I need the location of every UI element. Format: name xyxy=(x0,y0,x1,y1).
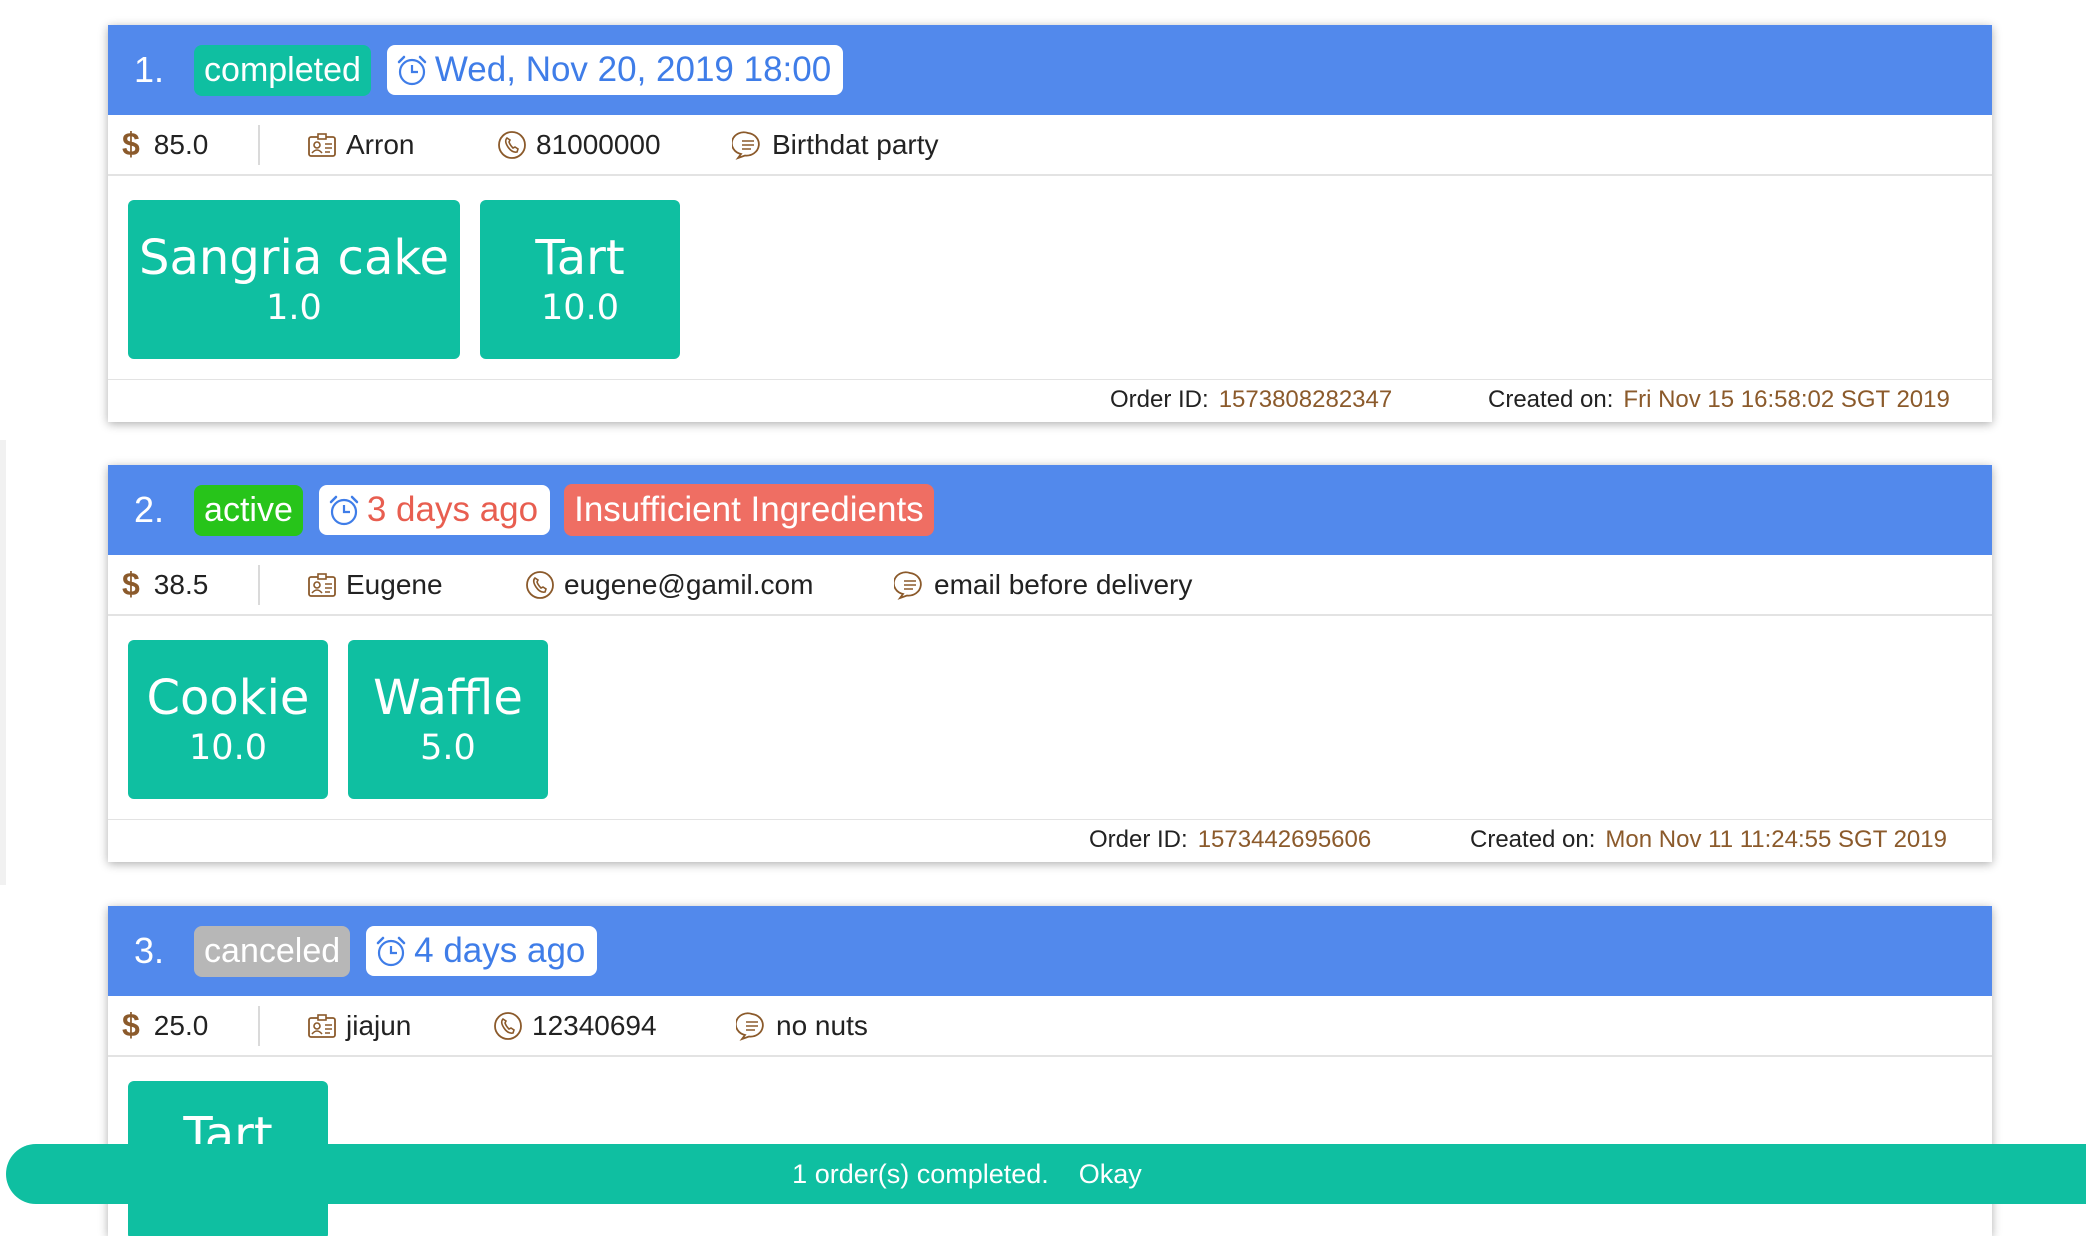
items-area: Sangria cake 1.0 Tart 10.0 xyxy=(108,176,1992,380)
order-info-row: $ 85.0 Arron 81000000 Birthdat party xyxy=(108,115,1992,176)
remarks-value: no nuts xyxy=(776,1009,868,1041)
order-id: Order ID: 1573442695606 xyxy=(1089,826,1371,854)
alarm-clock-icon xyxy=(329,495,359,526)
status-badge: completed xyxy=(194,44,371,96)
item-tile[interactable]: Cookie 10.0 xyxy=(128,640,328,799)
remarks: no nuts xyxy=(736,1010,868,1042)
status-badge: active xyxy=(194,484,303,536)
side-mark xyxy=(0,440,6,885)
order-index: 3. xyxy=(134,930,165,971)
snackbar-message: 1 order(s) completed. xyxy=(792,1158,1049,1189)
order-footer: Order ID: 1573808282347 Created on: Fri … xyxy=(108,380,1992,422)
created-on-label: Created on: xyxy=(1470,826,1596,853)
item-tile[interactable]: Tart 10.0 xyxy=(480,200,680,359)
item-quantity: 1.0 xyxy=(266,287,322,328)
order-id-label: Order ID: xyxy=(1110,386,1209,413)
phone-icon xyxy=(494,1011,522,1040)
alarm-clock-icon xyxy=(376,936,406,967)
id-card-icon xyxy=(308,572,336,597)
price-value: 38.5 xyxy=(153,568,209,600)
created-on-value: Fri Nov 15 16:58:02 SGT 2019 xyxy=(1623,386,1950,413)
dollar-icon: $ xyxy=(122,1007,140,1043)
delivery-date: 3 days ago xyxy=(366,490,539,529)
delivery-date-badge: 4 days ago xyxy=(366,926,598,976)
order-header: 3. canceled 4 days ago xyxy=(108,906,1992,996)
delivery-date: 4 days ago xyxy=(414,931,586,970)
item-name: Tart xyxy=(535,229,625,286)
snackbar-okay-button[interactable]: Okay xyxy=(1079,1159,1142,1190)
order-info-row: $ 25.0 jiajun 12340694 no nuts xyxy=(108,996,1992,1057)
delivery-date-badge: 3 days ago xyxy=(318,485,551,535)
divider xyxy=(258,124,260,165)
remarks: Birthdat party xyxy=(732,129,939,161)
created-on: Created on: Fri Nov 15 16:58:02 SGT 2019 xyxy=(1488,386,1950,414)
remarks-value: email before delivery xyxy=(934,568,1193,600)
customer-name: Arron xyxy=(346,128,415,160)
divider xyxy=(258,1005,260,1046)
created-on-label: Created on: xyxy=(1488,386,1614,413)
contact-value: eugene@gamil.com xyxy=(564,568,814,600)
order-footer: Order ID: 1573442695606 Created on: Mon … xyxy=(108,820,1992,862)
price-value: 85.0 xyxy=(153,128,209,160)
created-on-value: Mon Nov 11 11:24:55 SGT 2019 xyxy=(1605,826,1947,853)
chat-icon xyxy=(736,1011,764,1041)
phone-icon xyxy=(526,570,554,599)
order-id-value: 1573442695606 xyxy=(1197,826,1372,853)
customer: jiajun xyxy=(306,1010,492,1042)
items-area: Cookie 10.0 Waffle 5.0 xyxy=(108,616,1992,820)
contact: 81000000 xyxy=(496,129,732,161)
price-value: 25.0 xyxy=(153,1009,209,1041)
delivery-date-badge: Wed, Nov 20, 2019 18:00 xyxy=(386,45,844,95)
contact: 12340694 xyxy=(492,1010,736,1042)
status-badge: canceled xyxy=(194,925,351,977)
contact: eugene@gamil.com xyxy=(524,569,894,601)
warning-badge: Insufficient Ingredients xyxy=(564,484,934,536)
created-on: Created on: Mon Nov 11 11:24:55 SGT 2019 xyxy=(1470,826,1947,854)
item-quantity: 10.0 xyxy=(189,727,267,768)
price: $ 38.5 xyxy=(122,566,258,603)
item-tile[interactable]: Waffle 5.0 xyxy=(348,640,548,799)
item-tile[interactable]: Sangria cake 1.0 xyxy=(128,200,460,359)
delivery-date: Wed, Nov 20, 2019 18:00 xyxy=(434,50,832,89)
remarks: email before delivery xyxy=(894,569,1192,601)
order-header: 2. active 3 days ago Insufficient Ingred… xyxy=(108,465,1992,555)
order-info-row: $ 38.5 Eugene eugene@gamil.com email bef… xyxy=(108,555,1992,616)
contact-value: 12340694 xyxy=(532,1009,657,1041)
snackbar: 1 order(s) completed. Okay xyxy=(6,1144,2086,1204)
order-card[interactable]: 1. completed Wed, Nov 20, 2019 18:00 $ 8… xyxy=(108,25,1992,422)
divider xyxy=(258,564,260,605)
contact-value: 81000000 xyxy=(536,128,661,160)
remarks-value: Birthdat party xyxy=(772,128,939,160)
customer: Arron xyxy=(306,129,496,161)
order-card[interactable]: 2. active 3 days ago Insufficient Ingred… xyxy=(108,465,1992,862)
id-card-icon xyxy=(308,132,336,157)
order-id-value: 1573808282347 xyxy=(1218,386,1393,413)
item-quantity: 5.0 xyxy=(420,727,476,768)
phone-icon xyxy=(498,130,526,159)
order-id: Order ID: 1573808282347 xyxy=(1110,386,1392,414)
customer-name: Eugene xyxy=(346,568,443,600)
customer: Eugene xyxy=(306,569,524,601)
item-name: Cookie xyxy=(146,669,310,726)
price: $ 25.0 xyxy=(122,1007,258,1044)
dollar-icon: $ xyxy=(122,126,140,162)
item-name: Sangria cake xyxy=(139,229,449,286)
id-card-icon xyxy=(308,1013,336,1038)
order-index: 1. xyxy=(134,49,165,90)
alarm-clock-icon xyxy=(397,55,427,86)
item-name: Waffle xyxy=(373,669,523,726)
customer-name: jiajun xyxy=(346,1009,412,1041)
order-index: 2. xyxy=(134,489,165,530)
item-quantity: 10.0 xyxy=(541,287,619,328)
order-id-label: Order ID: xyxy=(1089,826,1188,853)
chat-icon xyxy=(894,570,922,600)
dollar-icon: $ xyxy=(122,566,140,602)
chat-icon xyxy=(732,130,760,160)
order-header: 1. completed Wed, Nov 20, 2019 18:00 xyxy=(108,25,1992,115)
price: $ 85.0 xyxy=(122,126,258,163)
